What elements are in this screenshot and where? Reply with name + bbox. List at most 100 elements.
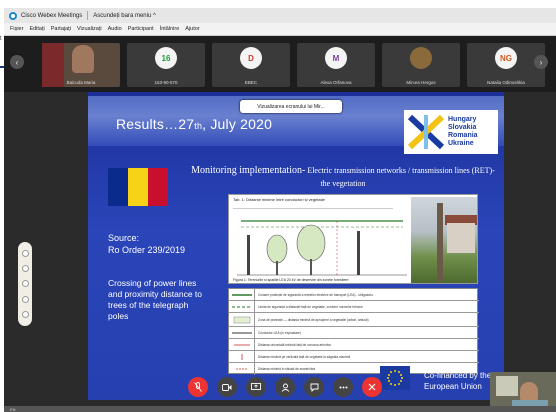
chat-button[interactable] [304,377,324,397]
viewing-share-chip[interactable]: Vizualizarea ecranului lui Mir... [240,100,342,113]
legend-text: Limita de siguranță a distanței față de … [258,304,363,309]
person-icon [281,383,289,392]
participant-strip: ‹ Baicuda Maria 16 163-90-570 D EBEC M A… [4,36,556,92]
avatar-initials: D [248,53,254,63]
participant-name: EBEC [244,80,258,85]
avatar-photo [410,47,432,69]
legend-text: Conductor LEA (în exploatare) [258,330,301,335]
hide-menu-button[interactable]: Ascundeți bara meniu ^ [93,13,156,19]
avatar: NG [495,47,517,69]
language-label: EN [10,406,16,412]
participant-tile[interactable]: 16 163-90-570 [127,43,205,87]
legend-text: Culoare protecție de siguranță a rețelel… [258,292,373,297]
strip-left-arrow-icon[interactable]: ‹ [10,55,24,69]
avatar: D [240,47,262,69]
flag-stripe-yellow [128,168,148,206]
share-screen-icon [251,383,261,390]
self-head [520,382,538,402]
table-row: Culoare protecție de siguranță a rețelel… [229,289,479,301]
bottom-status-strip: EN [4,406,556,412]
legend-symbol [229,313,255,326]
participants-button[interactable] [275,377,295,397]
emergency-distance-icon [235,368,248,370]
menu-share[interactable]: Partajați [51,26,71,32]
participant-tile[interactable]: NG Natalia Odinoshkia [467,43,545,87]
close-icon [368,383,376,391]
title-separator [87,11,89,20]
avatar-initials: M [332,53,340,63]
panel-dot-icon[interactable] [21,295,29,303]
annotation-side-panel[interactable] [18,242,32,326]
house [447,223,475,253]
logo-country: Hungary [448,116,477,123]
meeting-controls [188,376,391,398]
cofinanced-text: Co-financed by the European Union [424,370,491,392]
table-row: Conductor LEA (în exploatare) [229,327,479,339]
mute-button[interactable] [188,377,208,397]
webex-window: Cisco Webex Meetings Ascundeți bara meni… [4,8,556,412]
monitoring-title: Monitoring implementation- [191,165,306,176]
monitoring-heading: Monitoring implementation- Electric tran… [188,164,498,190]
share-button[interactable] [246,377,266,397]
slide-title-sup: th [194,121,203,131]
logo-country: Romania [448,132,478,139]
participant-tile[interactable]: Baicuda Maria [42,43,120,87]
figure-caption: Figura 1: Terenurile și spațiile LEA 20 … [233,278,349,282]
participant-name: Baicuda Maria [66,80,96,85]
app-title: Cisco Webex Meetings [21,12,83,19]
menu-participant[interactable]: Participant [128,26,154,32]
menu-file[interactable]: Fișier [10,26,23,32]
menu-view[interactable]: Vizualizați [77,26,102,32]
shared-screen-stage: Results…27th, July 2020 Hungary Slovakia… [4,92,556,412]
more-options-button[interactable] [333,377,353,397]
chat-bubble-icon [310,383,318,392]
source-value: Ro Order 239/2019 [108,245,186,255]
source-block: Source: Ro Order 239/2019 [108,232,185,256]
background-window [496,376,518,396]
cofinanced-line: European Union [424,382,482,391]
participant-tile[interactable]: M Alexa Orfanova [297,43,375,87]
menu-edit[interactable]: Editați [29,26,44,32]
crossing-description: Crossing of power lines and proximity di… [108,278,203,321]
avatar: 16 [155,47,177,69]
strip-right-arrow-icon[interactable]: › [534,55,548,69]
telegraph-pole [437,203,443,281]
participant-name: 163-90-570 [154,80,178,85]
slide-title: Results…27th, July 2020 [116,116,272,132]
participant-name: Mircea Hergos [406,80,436,85]
dashed-line-icon [231,306,252,307]
avatar: M [325,47,347,69]
vertical-distance-icon [241,353,242,360]
cofinanced-line: Co-financed by the [424,371,492,380]
panel-dot-icon[interactable] [21,250,29,258]
conductor-line-icon [231,332,252,333]
panel-dot-icon[interactable] [21,265,29,273]
flag-stripe-red [148,168,168,206]
slide-title-main: Results…27 [116,116,195,132]
participant-video [72,45,94,73]
table-row: Zona de protecție — distanța minimă de a… [229,313,479,327]
flag-stripe-blue [108,168,128,206]
slide-title-tail: , July 2020 [202,116,273,132]
table-row: Distanța minimă pe verticală față de veg… [229,351,479,363]
figure-toolbar [233,203,393,209]
leave-meeting-button[interactable] [362,377,382,397]
clearance-diagram [237,220,407,276]
menu-audio[interactable]: Audio [108,26,122,32]
participant-tile[interactable]: D EBEC [212,43,290,87]
menu-help[interactable]: Ajutor [185,26,199,32]
outside-label: t [0,36,2,42]
panel-dot-icon[interactable] [21,310,29,318]
legend-table: Culoare protecție de siguranță a rețelel… [228,288,479,375]
participant-tile[interactable]: Mircea Hergos [382,43,460,87]
regulation-figure: Tab. 1: Distanțe minime între conductori… [228,194,478,284]
menu-meeting[interactable]: Întâlnire [160,26,180,32]
camera-icon [222,383,232,391]
video-button[interactable] [217,377,237,397]
legend-symbol [229,351,255,362]
microphone-muted-icon [194,382,202,392]
participant-name: Alexa Orfanova [320,80,352,85]
zone-hatch-icon [233,316,250,323]
panel-dot-icon[interactable] [21,280,29,288]
participant-name: Natalia Odinoshkia [487,80,525,85]
